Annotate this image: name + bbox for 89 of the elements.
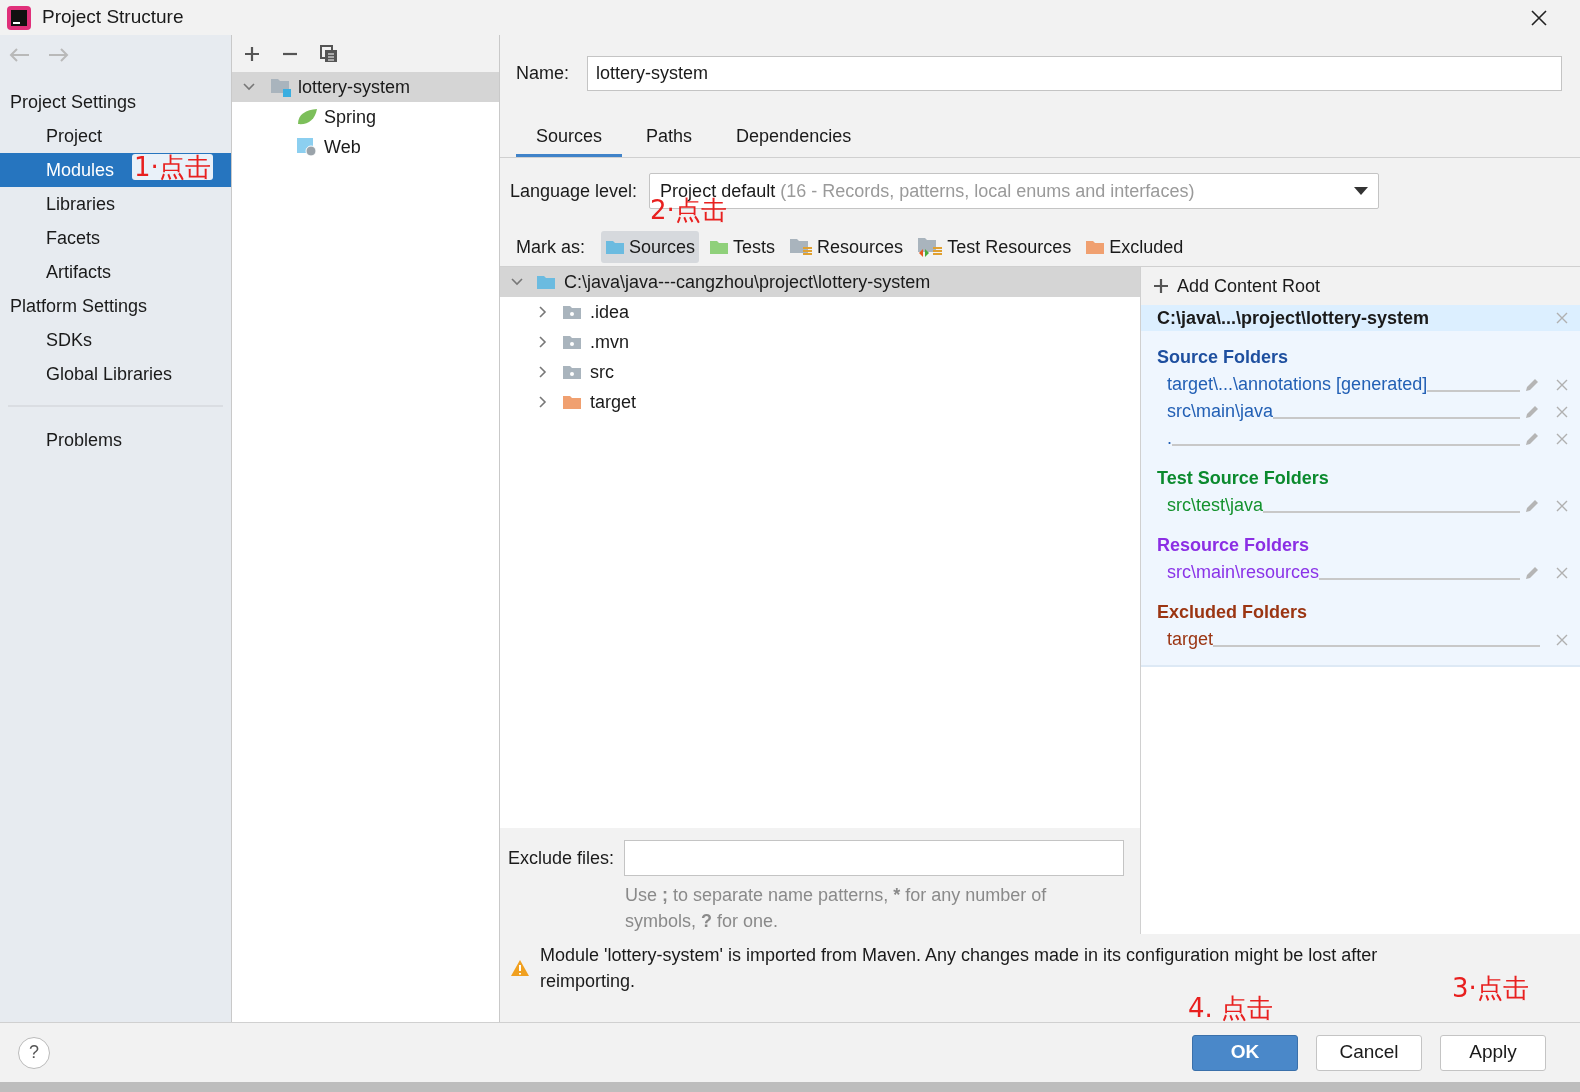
test-resources-folder-icon	[917, 236, 944, 258]
pencil-icon[interactable]	[1524, 497, 1540, 514]
field-label: Exclude files:	[508, 846, 615, 870]
folder-path: target\...\annotations [generated]	[1167, 373, 1428, 396]
folder-path: src\main\resources	[1167, 561, 1320, 584]
close-icon[interactable]	[1530, 8, 1548, 27]
folder-path: src\test\java	[1167, 494, 1264, 517]
dialog-button[interactable]: Apply	[1440, 1034, 1546, 1071]
exclude-files-field[interactable]	[624, 840, 1125, 876]
folder-icon	[562, 304, 582, 320]
field-label: Name:	[516, 61, 569, 85]
sidebar-item[interactable]: Problems	[0, 423, 231, 457]
folder-icon	[536, 274, 556, 290]
tab[interactable]: Sources	[516, 119, 623, 157]
folder-path: .	[1167, 427, 1172, 450]
add-icon[interactable]	[244, 45, 260, 62]
section-header: Project Settings	[9, 90, 138, 114]
forward-arrow-icon[interactable]	[48, 47, 70, 63]
section-header: Platform Settings	[9, 294, 149, 318]
mark-as-button[interactable]: Excluded	[1081, 231, 1188, 263]
folder-icon	[562, 364, 582, 380]
tree-label: C:\java\java---cangzhou\project\lottery-system	[564, 270, 931, 294]
mark-as-button[interactable]: Resources	[785, 231, 908, 263]
tree-label: lottery-system	[298, 75, 411, 99]
mark-as-button[interactable]: Tests	[705, 231, 780, 263]
warning-text: Module 'lottery-system' is imported from Maven. Any changes made in its configuration might be lost after reimporting.	[540, 944, 1379, 993]
sidebar-item[interactable]: Artifacts	[0, 255, 231, 289]
hint-text: Use ; to separate name patterns, * for any number of symbols, ? for one.	[625, 884, 1048, 933]
tree-row[interactable]: src	[500, 357, 1140, 387]
tree-label: Web	[324, 135, 361, 159]
back-arrow-icon[interactable]	[8, 47, 30, 63]
tab[interactable]: Paths	[626, 119, 713, 157]
group-heading: Source Folders	[1156, 345, 1290, 369]
mark-as-button[interactable]: Test Resources	[913, 231, 1076, 263]
tree-label: src	[590, 360, 614, 384]
group-heading: Excluded Folders	[1156, 600, 1309, 624]
group-heading: Resource Folders	[1156, 533, 1311, 557]
pencil-icon[interactable]	[1524, 376, 1540, 393]
add-content-root-button[interactable]: Add Content Root	[1141, 267, 1580, 305]
folder-icon	[562, 394, 582, 410]
web-page-icon	[296, 137, 318, 157]
tree-label: Spring	[324, 105, 377, 129]
pencil-icon[interactable]	[1524, 564, 1540, 581]
tree-row[interactable]: lottery-system	[232, 72, 499, 102]
tree-row[interactable]: target	[500, 387, 1140, 417]
folder-icon	[709, 239, 730, 255]
dropdown-hint: (16 - Records, patterns, local enums and interfaces)	[780, 179, 1195, 203]
folder-icon	[562, 334, 582, 350]
annotation: 4. 点击	[1188, 995, 1274, 1021]
warning-icon	[510, 959, 530, 977]
folder-path: src\main\java	[1167, 400, 1274, 423]
folder-path: target	[1167, 628, 1214, 651]
tree-label: target	[590, 390, 637, 414]
annotation: 1·点击	[132, 154, 213, 180]
tree-row[interactable]: C:\java\java---cangzhou\project\lottery-system	[500, 267, 1140, 297]
dropdown-arrow-icon	[1354, 187, 1369, 195]
field-label: Mark as:	[516, 235, 585, 259]
tree-row[interactable]: Web	[232, 132, 499, 162]
folder-icon	[605, 239, 625, 255]
tree-row[interactable]: Spring	[232, 102, 499, 132]
pencil-icon[interactable]	[1524, 430, 1540, 447]
sidebar-item[interactable]: Global Libraries	[0, 357, 231, 391]
sidebar-item[interactable]: Project	[0, 119, 231, 153]
name-field[interactable]: lottery-system	[587, 55, 1562, 91]
tab[interactable]: Dependencies	[716, 119, 872, 157]
folder-icon	[1085, 239, 1106, 255]
add-icon	[1153, 278, 1169, 294]
pencil-icon[interactable]	[1524, 403, 1540, 420]
module-folder-icon	[270, 77, 292, 97]
sidebar-item[interactable]: Facets	[0, 221, 231, 255]
app-logo-icon	[6, 4, 32, 31]
dialog-button[interactable]: OK	[1192, 1034, 1298, 1071]
window-title: Project Structure	[42, 5, 184, 30]
content-root-path: C:\java\...\project\lottery-system	[1157, 306, 1431, 330]
leaf-icon	[296, 108, 318, 126]
tree-row[interactable]: .mvn	[500, 327, 1140, 357]
resources-folder-icon	[789, 237, 814, 257]
annotation: 3·点击	[1452, 975, 1529, 1001]
copy-icon[interactable]	[320, 44, 338, 63]
tree-label: .idea	[590, 300, 630, 324]
sidebar-item[interactable]: SDKs	[0, 323, 231, 357]
tree-row[interactable]: .idea	[500, 297, 1140, 327]
sidebar-item[interactable]: Libraries	[0, 187, 231, 221]
dialog-button[interactable]: Cancel	[1316, 1034, 1422, 1071]
help-button[interactable]: ?	[18, 1036, 50, 1069]
mark-as-button[interactable]: Sources	[601, 231, 700, 263]
field-label: Language level:	[510, 179, 638, 203]
group-heading: Test Source Folders	[1156, 466, 1330, 490]
tree-label: .mvn	[590, 330, 629, 354]
